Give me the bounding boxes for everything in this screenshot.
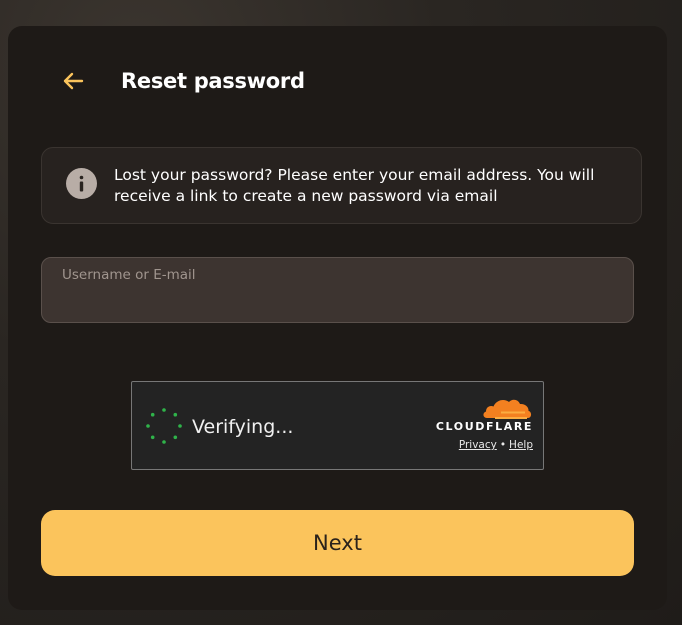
privacy-link[interactable]: Privacy [459,439,497,451]
next-button[interactable]: Next [41,510,634,576]
username-email-field[interactable]: Username or E-mail [41,257,634,323]
back-button[interactable] [58,66,88,96]
cloudflare-wordmark: CLOUDFLARE [435,420,533,433]
arrow-left-icon [63,72,84,90]
help-link[interactable]: Help [509,439,533,451]
link-separator: • [499,439,507,451]
header: Reset password [8,26,667,136]
page-title: Reset password [121,69,305,93]
cloudflare-logo: CLOUDFLARE Privacy • Help [428,396,533,451]
username-email-label: Username or E-mail [62,267,196,283]
username-email-input[interactable] [62,288,612,314]
cloudflare-cloud-icon [483,399,532,419]
info-message: Lost your password? Please enter your em… [41,147,642,224]
info-text: Lost your password? Please enter your em… [114,166,595,205]
spinner-icon [146,408,182,444]
verifying-status: Verifying... [192,416,294,438]
cloudflare-turnstile-widget[interactable]: Verifying... CLOUDFLARE Privacy • Help [131,381,544,470]
cloudflare-links: Privacy • Help [428,439,533,451]
info-icon [66,168,97,199]
reset-password-card: Reset password Lost your password? Pleas… [8,26,667,610]
